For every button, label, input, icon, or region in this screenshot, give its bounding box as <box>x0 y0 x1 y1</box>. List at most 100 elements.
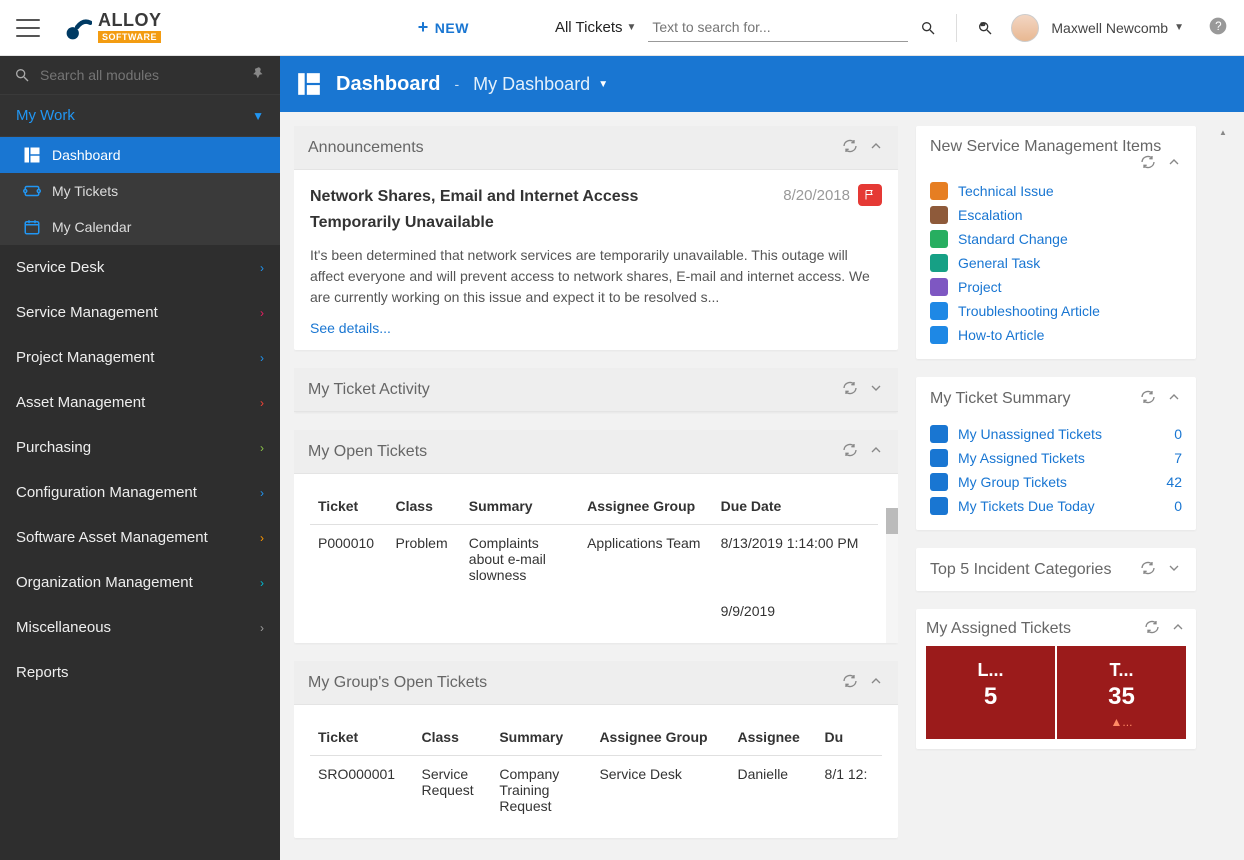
tile-right[interactable]: T... 35 ▲... <box>1057 646 1186 739</box>
new-button[interactable]: + NEW <box>410 13 477 42</box>
refresh-button[interactable] <box>1140 389 1156 408</box>
expand-button[interactable] <box>868 380 884 399</box>
hamburger-menu[interactable] <box>16 19 40 37</box>
pin-button[interactable] <box>252 66 266 84</box>
sidebar-group-service-desk[interactable]: Service Desk› <box>0 245 280 290</box>
summary-link[interactable]: My Group Tickets <box>958 474 1067 490</box>
group-label: Service Desk <box>16 259 104 276</box>
new-item[interactable]: Technical Issue <box>930 179 1182 203</box>
col-ticket[interactable]: Ticket <box>310 719 414 756</box>
table-row[interactable]: P000010 Problem Complaints about e-mail … <box>310 525 878 594</box>
tile-left[interactable]: L... 5 <box>926 646 1055 739</box>
tile-value: 35 <box>1061 683 1182 711</box>
dashboard-selector[interactable]: My Dashboard ▼ <box>473 74 608 95</box>
summary-link[interactable]: My Tickets Due Today <box>958 498 1095 514</box>
tickets-icon <box>22 181 42 201</box>
item-link[interactable]: Standard Change <box>958 231 1068 247</box>
sidebar-group-project-management[interactable]: Project Management› <box>0 335 280 380</box>
item-icon <box>930 254 948 272</box>
summary-item[interactable]: My Unassigned Tickets0 <box>930 422 1182 446</box>
user-menu[interactable]: Maxwell Newcomb ▼ <box>1051 20 1184 36</box>
summary-link[interactable]: My Unassigned Tickets <box>958 426 1102 442</box>
sidebar-group-purchasing[interactable]: Purchasing› <box>0 425 280 470</box>
new-item[interactable]: Standard Change <box>930 227 1182 251</box>
search-filter-select[interactable]: All Tickets ▼ <box>549 15 642 40</box>
col-summary[interactable]: Summary <box>461 488 579 525</box>
flag-icon <box>864 189 876 201</box>
sidebar-section-my-work[interactable]: My Work ▼ <box>0 95 280 137</box>
collapse-button[interactable] <box>868 673 884 692</box>
table-scrollbar[interactable] <box>886 508 898 643</box>
new-item[interactable]: Troubleshooting Article <box>930 299 1182 323</box>
col-assignee-group[interactable]: Assignee Group <box>591 719 729 756</box>
new-item[interactable]: General Task <box>930 251 1182 275</box>
summary-item[interactable]: My Group Tickets42 <box>930 470 1182 494</box>
summary-item[interactable]: My Assigned Tickets 7 <box>930 446 1182 470</box>
sidebar-item-my-tickets[interactable]: My Tickets <box>0 173 280 209</box>
refresh-button[interactable] <box>842 380 858 399</box>
sidebar-group-configuration-management[interactable]: Configuration Management› <box>0 470 280 515</box>
item-link[interactable]: How-to Article <box>958 327 1044 343</box>
sidebar-group-miscellaneous[interactable]: Miscellaneous› <box>0 605 280 650</box>
summary-item[interactable]: My Tickets Due Today0 <box>930 494 1182 518</box>
new-item[interactable]: Escalation <box>930 203 1182 227</box>
item-link[interactable]: Technical Issue <box>958 183 1054 199</box>
sidebar-group-organization-management[interactable]: Organization Management› <box>0 560 280 605</box>
expand-button[interactable] <box>1166 560 1182 579</box>
logo-icon <box>64 14 92 42</box>
item-link[interactable]: Escalation <box>958 207 1023 223</box>
summary-count: 7 <box>1174 450 1182 466</box>
sidebar-item-dashboard[interactable]: Dashboard <box>0 137 280 173</box>
new-item[interactable]: How-to Article <box>930 323 1182 347</box>
chevron-up-icon <box>1170 619 1186 635</box>
refresh-button[interactable] <box>1140 154 1156 173</box>
sidebar-group-reports[interactable]: Reports <box>0 650 280 695</box>
col-ticket[interactable]: Ticket <box>310 488 388 525</box>
col-assignee-group[interactable]: Assignee Group <box>579 488 713 525</box>
refresh-icon <box>1140 560 1156 576</box>
refresh-button[interactable] <box>842 138 858 157</box>
search-button[interactable] <box>914 14 942 42</box>
user-avatar[interactable] <box>1011 14 1039 42</box>
col-class[interactable]: Class <box>388 488 461 525</box>
scrollbar-thumb[interactable] <box>886 508 898 534</box>
table-row[interactable]: SRO000001 Service Request Company Traini… <box>310 756 882 825</box>
kb-search-button[interactable]: ID <box>971 14 999 42</box>
collapse-button[interactable] <box>1166 389 1182 408</box>
collapse-button[interactable] <box>1166 154 1182 173</box>
help-button[interactable]: ? <box>1208 16 1228 39</box>
global-search-input[interactable] <box>648 13 908 42</box>
item-link[interactable]: Project <box>958 279 1002 295</box>
see-details-link[interactable]: See details... <box>310 320 391 336</box>
refresh-button[interactable] <box>842 442 858 461</box>
summary-link[interactable]: My Assigned Tickets <box>958 450 1085 466</box>
col-due-date[interactable]: Due Date <box>713 488 878 525</box>
item-link[interactable]: General Task <box>958 255 1040 271</box>
refresh-button[interactable] <box>1144 619 1160 638</box>
sidebar-group-software-asset-management[interactable]: Software Asset Management› <box>0 515 280 560</box>
refresh-button[interactable] <box>842 673 858 692</box>
table-row[interactable]: 9/9/2019 <box>310 593 878 629</box>
refresh-button[interactable] <box>1140 560 1156 579</box>
chevron-right-icon: › <box>260 351 264 365</box>
collapse-button[interactable] <box>868 138 884 157</box>
new-item[interactable]: Project <box>930 275 1182 299</box>
sidebar-search-input[interactable] <box>40 67 242 83</box>
tile-label: T... <box>1061 660 1182 681</box>
sidebar-group-service-management[interactable]: Service Management› <box>0 290 280 335</box>
scroll-up-icon[interactable]: ▲ <box>1216 126 1230 138</box>
plus-icon: + <box>418 17 429 38</box>
col-assignee[interactable]: Assignee <box>730 719 817 756</box>
item-link[interactable]: Troubleshooting Article <box>958 303 1100 319</box>
collapse-button[interactable] <box>1170 619 1186 638</box>
collapse-button[interactable] <box>868 442 884 461</box>
col-summary[interactable]: Summary <box>491 719 591 756</box>
col-due[interactable]: Du <box>817 719 882 756</box>
logo[interactable]: ALLOY SOFTWARE <box>64 13 162 43</box>
col-class[interactable]: Class <box>414 719 492 756</box>
sidebar-item-my-calendar[interactable]: My Calendar <box>0 209 280 245</box>
group-label: Configuration Management <box>16 484 197 501</box>
ticket-icon <box>930 449 948 467</box>
sidebar-group-asset-management[interactable]: Asset Management› <box>0 380 280 425</box>
content-scrollbar[interactable]: ▲ <box>1214 126 1230 846</box>
